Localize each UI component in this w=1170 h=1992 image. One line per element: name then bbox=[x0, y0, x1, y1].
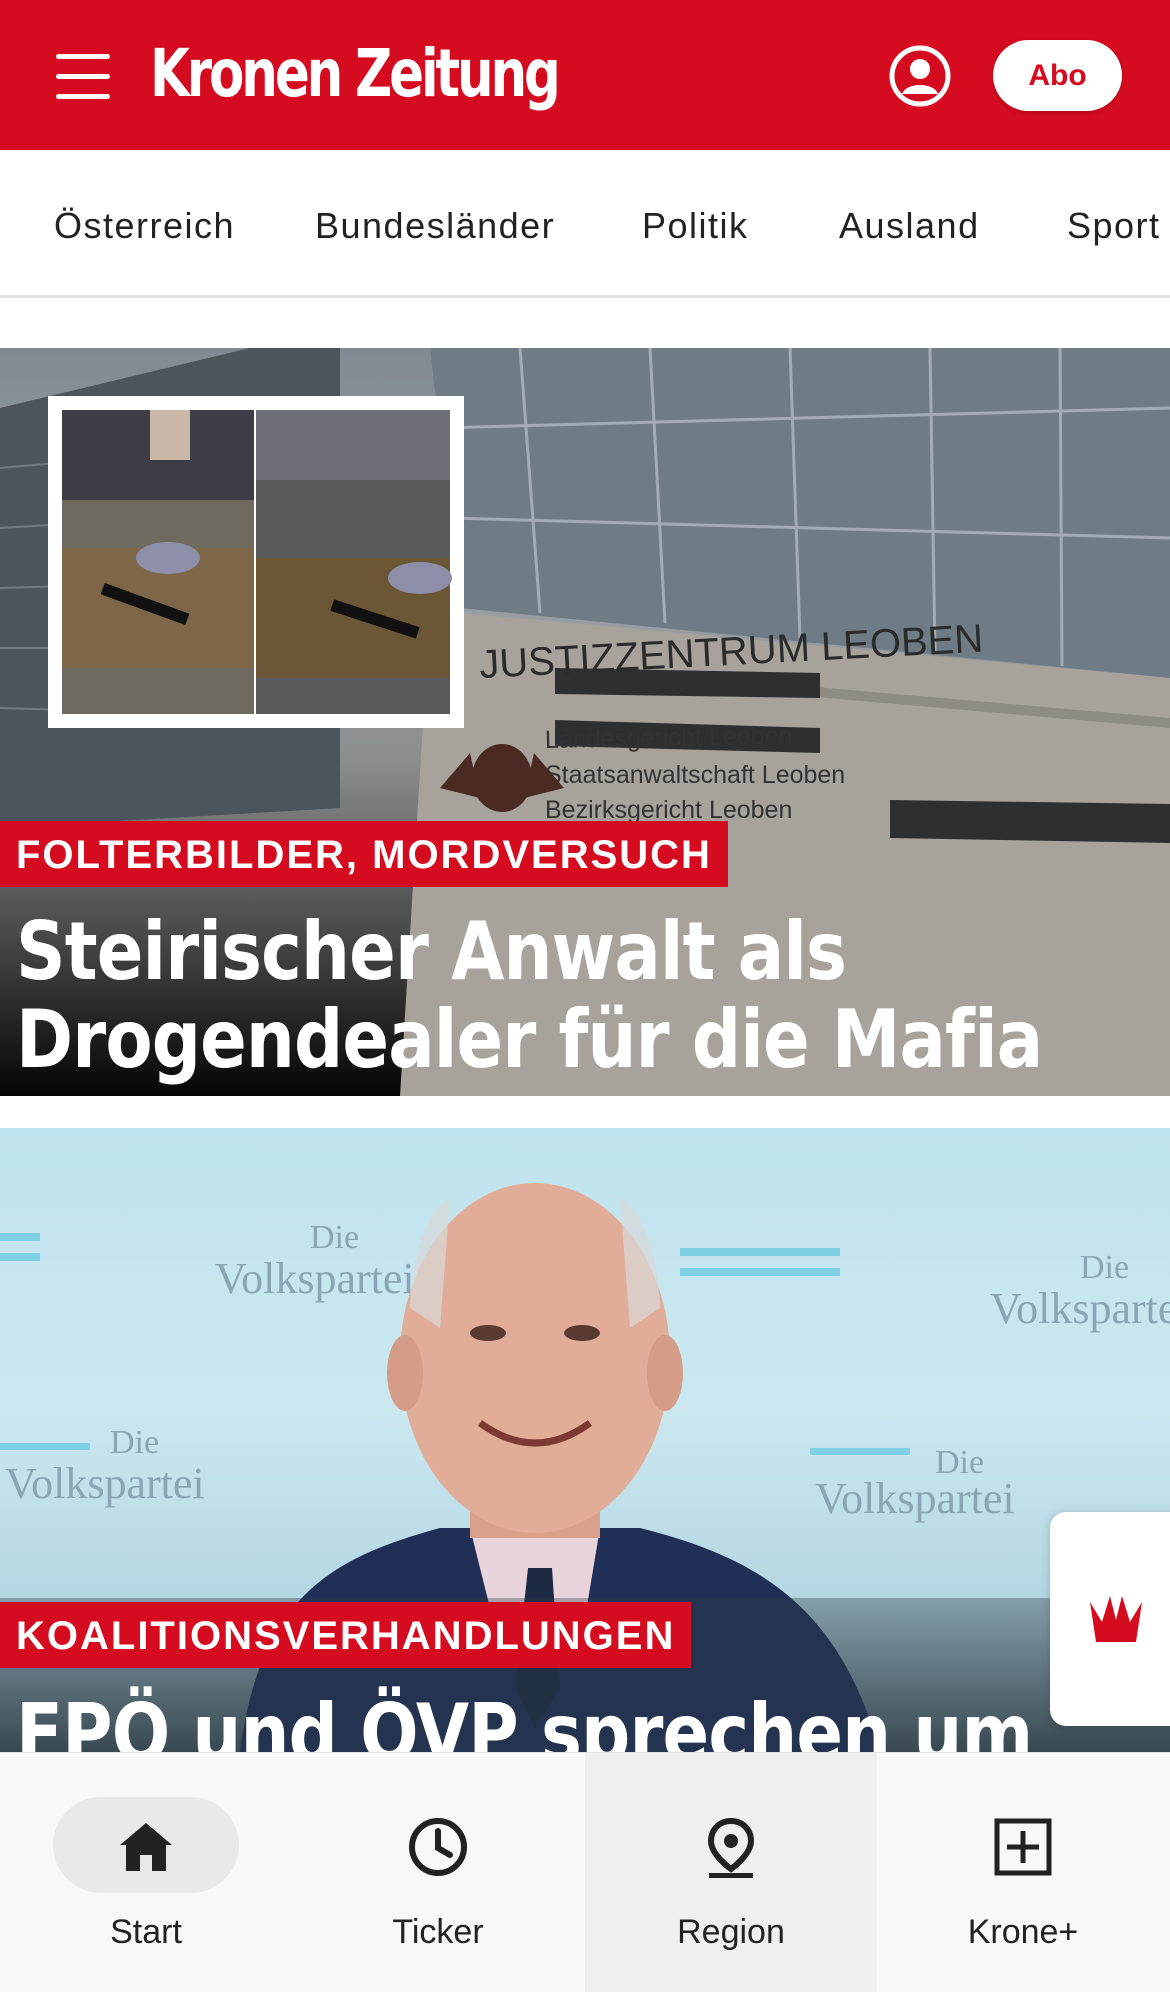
plus-box-icon bbox=[994, 1818, 1052, 1876]
category-politik[interactable]: Politik bbox=[642, 205, 749, 247]
category-nav: Österreich Bundesländer Politik Ausland … bbox=[0, 150, 1170, 298]
nav-start-label: Start bbox=[110, 1913, 182, 1951]
article-card-lead[interactable]: JUSTIZZENTRUM LEOBEN Landesgericht Leobe… bbox=[0, 348, 1170, 1096]
app-header: Kronen Zeitung Abo bbox=[0, 0, 1170, 150]
category-ausland[interactable]: Ausland bbox=[839, 205, 980, 247]
backdrop-word: Volkspartei bbox=[5, 1459, 205, 1508]
krone-plus-floating-button[interactable] bbox=[1050, 1512, 1170, 1726]
nav-start[interactable]: Start bbox=[0, 1753, 292, 1992]
category-bundeslaender[interactable]: Bundesländer bbox=[315, 205, 555, 247]
bottom-navigation: Start Ticker Region Krone+ bbox=[0, 1752, 1170, 1992]
nav-kroneplus[interactable]: Krone+ bbox=[877, 1753, 1169, 1992]
logo[interactable]: Kronen Zeitung bbox=[150, 37, 561, 111]
nav-region-label: Region bbox=[677, 1913, 785, 1951]
subscribe-button[interactable]: Abo bbox=[993, 40, 1122, 111]
backdrop-word: Volkspartei bbox=[815, 1474, 1015, 1523]
nav-kroneplus-label: Krone+ bbox=[967, 1913, 1079, 1951]
article-card-second[interactable]: Die Volkspartei Die Volkspartei Die Volk… bbox=[0, 1128, 1170, 1752]
category-oesterreich[interactable]: Österreich bbox=[54, 205, 235, 247]
hamburger-menu-icon[interactable] bbox=[50, 46, 120, 106]
backdrop-word-small: Die bbox=[310, 1219, 359, 1256]
location-pin-icon bbox=[707, 1817, 755, 1878]
article-headline-line2: Drogendealer für die Mafia bbox=[16, 993, 1043, 1086]
article-headline-line1: FPÖ und ÖVP sprechen um bbox=[16, 1687, 1033, 1753]
nav-region[interactable]: Region bbox=[585, 1753, 877, 1992]
article-kicker: FOLTERBILDER, MORDVERSUCH bbox=[0, 821, 728, 887]
backdrop-word: Volkspartei bbox=[990, 1284, 1170, 1333]
user-account-icon[interactable] bbox=[888, 44, 952, 108]
nav-ticker-label: Ticker bbox=[392, 1913, 484, 1951]
clock-icon bbox=[409, 1818, 467, 1876]
category-sport[interactable]: Sport bbox=[1067, 205, 1161, 247]
article-headline-line1: Steirischer Anwalt als bbox=[16, 905, 847, 998]
home-icon bbox=[120, 1823, 172, 1871]
sign-line-staatsanwaltschaft: Staatsanwaltschaft Leoben bbox=[545, 761, 845, 789]
sign-line-landesgericht: Landesgericht Leoben bbox=[545, 722, 793, 754]
article-kicker: KOALITIONSVERHANDLUNGEN bbox=[0, 1602, 692, 1668]
sign-line-bezirksgericht: Bezirksgericht Leoben bbox=[545, 796, 792, 824]
backdrop-word-small: Die bbox=[1080, 1249, 1129, 1286]
backdrop-word: Volkspartei bbox=[215, 1254, 415, 1303]
backdrop-word-small: Die bbox=[110, 1424, 159, 1461]
crown-icon bbox=[1090, 1596, 1142, 1642]
nav-ticker[interactable]: Ticker bbox=[292, 1753, 584, 1992]
